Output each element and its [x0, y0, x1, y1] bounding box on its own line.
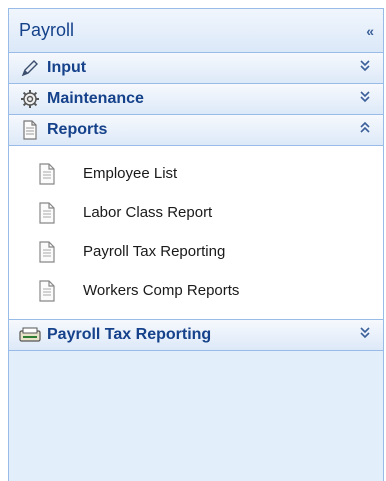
section-reports[interactable]: Reports — [9, 115, 383, 146]
list-item-label: Employee List — [83, 165, 178, 182]
pencil-icon — [19, 57, 41, 79]
section-reports-label: Reports — [47, 121, 108, 138]
document-icon — [37, 240, 57, 263]
section-input[interactable]: Input — [9, 53, 383, 84]
document-icon — [37, 279, 57, 302]
report-icon — [19, 324, 41, 346]
gear-icon — [19, 88, 41, 110]
list-item-label: Workers Comp Reports — [83, 282, 240, 299]
section-input-label: Input — [47, 59, 87, 76]
document-icon — [19, 119, 41, 141]
panel-title: Payroll — [19, 20, 75, 40]
section-maintenance[interactable]: Maintenance — [9, 84, 383, 115]
panel-header: Payroll « — [9, 9, 383, 53]
section-maintenance-label: Maintenance — [47, 90, 144, 107]
chevron-down-icon[interactable] — [359, 90, 371, 106]
section-payroll-tax-reporting-label: Payroll Tax Reporting — [47, 326, 212, 343]
list-item[interactable]: Workers Comp Reports — [9, 271, 383, 310]
reports-list: Employee List Labor Class Report Payroll… — [9, 146, 383, 320]
document-icon — [37, 201, 57, 224]
list-item[interactable]: Labor Class Report — [9, 193, 383, 232]
list-item[interactable]: Employee List — [9, 154, 383, 193]
chevron-down-icon[interactable] — [359, 326, 371, 342]
list-item-label: Labor Class Report — [83, 204, 213, 221]
chevron-down-icon[interactable] — [359, 59, 371, 75]
list-item[interactable]: Payroll Tax Reporting — [9, 232, 383, 271]
document-icon — [37, 162, 57, 185]
payroll-panel: Payroll « Input Maintenance Reports Empl… — [8, 8, 384, 481]
collapse-panel-button[interactable]: « — [366, 23, 374, 39]
section-payroll-tax-reporting[interactable]: Payroll Tax Reporting — [9, 320, 383, 351]
chevron-up-icon[interactable] — [359, 121, 371, 137]
list-item-label: Payroll Tax Reporting — [83, 243, 226, 260]
